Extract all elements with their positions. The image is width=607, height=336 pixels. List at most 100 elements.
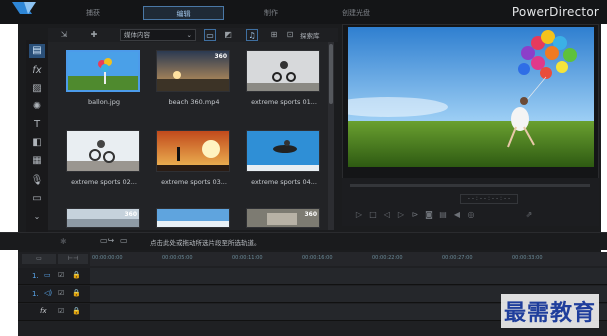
library-clip[interactable]: 360	[246, 208, 322, 228]
next-frame-icon[interactable]: ▷	[396, 210, 406, 220]
room-toolbar: ▤ fx ▨ ✺ T ◧ ▦ 🎙 ▭ ⌄	[26, 40, 48, 232]
storyboard-view-button[interactable]: ▭	[22, 254, 56, 264]
clip-label: extreme sports 04...	[251, 178, 317, 186]
stop-icon[interactable]: □	[368, 210, 378, 220]
timecode-field[interactable]: - - : - - : - - : - -	[460, 194, 518, 204]
transition-room-icon[interactable]: ◧	[29, 136, 45, 150]
explore-icon[interactable]: ⊡	[284, 29, 296, 41]
library-clip[interactable]	[156, 208, 232, 228]
tab-produce[interactable]: 制作	[238, 6, 304, 20]
chapter-room-icon[interactable]: ▭	[29, 192, 45, 206]
plugin-icon[interactable]: ✚	[88, 29, 100, 41]
track-label: 1.	[32, 290, 39, 298]
audio-mixing-icon[interactable]: ▦	[29, 154, 45, 168]
lock-icon[interactable]: 🔒	[72, 307, 81, 315]
track-enable-checkbox[interactable]: ☑	[58, 307, 64, 315]
insert-icon[interactable]: ▭↪	[100, 236, 114, 245]
clip-label: beach 360.mp4	[168, 98, 220, 106]
media-room-icon[interactable]: ▤	[29, 44, 45, 58]
effect-room-icon[interactable]: fx	[29, 64, 45, 78]
track-label: 1.	[32, 272, 39, 280]
library-clip[interactable]: ballon.jpg	[66, 50, 142, 106]
tab-edit[interactable]: 编辑	[143, 6, 224, 20]
clip-thumbnail: 360	[66, 208, 140, 228]
subtitle-icon[interactable]: ▤	[438, 210, 448, 220]
app-logo-icon	[12, 2, 36, 14]
library-scrollbar[interactable]	[328, 42, 334, 230]
video-filter-icon[interactable]: ▭	[204, 29, 216, 41]
clip-label: extreme sports 02...	[71, 178, 137, 186]
ruler-tick: 00:00:16:00	[302, 255, 333, 261]
library-clip[interactable]: extreme sports 02...	[66, 130, 142, 186]
clip-thumbnail	[66, 130, 140, 172]
clip-thumbnail	[66, 50, 140, 92]
timeline-ruler[interactable]: 00:00:00:00 00:00:05:00 00:00:11:00 00:0…	[90, 252, 607, 266]
chevron-down-icon: ⌄	[186, 31, 192, 39]
zoom-fit-button[interactable]: ⊢⊣	[58, 254, 88, 264]
audio-icon: ◁)	[44, 289, 53, 297]
clip-label: extreme sports 03...	[161, 178, 227, 186]
clip-label: extreme sports 01...	[251, 98, 317, 106]
clip-label: ballon.jpg	[88, 98, 120, 106]
particle-room-icon[interactable]: ✺	[29, 100, 45, 114]
library-clip[interactable]: 360	[66, 208, 142, 228]
pip-room-icon[interactable]: ▨	[29, 82, 45, 96]
left-margin	[0, 24, 18, 336]
fast-forward-icon[interactable]: ⊳	[410, 210, 420, 220]
scrollbar-thumb[interactable]	[329, 44, 333, 104]
watermark-logo: 最需教育	[500, 294, 599, 328]
tab-capture[interactable]: 捕获	[60, 6, 126, 20]
track-header-video: 1. ▭ ☑ 🔒	[18, 268, 90, 285]
track-enable-checkbox[interactable]: ☑	[58, 289, 64, 297]
tab-create-disc[interactable]: 创建光盘	[318, 6, 394, 20]
ruler-tick: 00:00:00:00	[92, 255, 123, 261]
lock-icon[interactable]: 🔒	[72, 271, 81, 279]
360-badge: 360	[304, 211, 317, 218]
audio-filter-icon[interactable]: ♫	[246, 29, 258, 41]
playback-controls: - - : - - : - - : - - ▷ □ ◁ ▷ ⊳ ◙ ▤ ◀ ◎ …	[342, 178, 599, 226]
media-library: ballon.jpg 360 beach 360.mp4 extreme spo…	[48, 42, 334, 230]
overwrite-icon[interactable]: ▭	[120, 236, 128, 245]
snapshot-icon[interactable]: ◙	[424, 210, 434, 220]
settings-icon[interactable]: ◎	[466, 210, 476, 220]
library-clip[interactable]: extreme sports 03...	[156, 130, 232, 186]
library-clip[interactable]: extreme sports 01...	[246, 50, 322, 106]
seek-bar[interactable]	[350, 184, 590, 187]
previous-frame-icon[interactable]: ◁	[382, 210, 392, 220]
media-filter-value: 媒体内容	[124, 31, 150, 39]
clip-thumbnail	[246, 130, 320, 172]
import-icon[interactable]: ⇲	[58, 29, 70, 41]
clip-thumbnail: 360	[156, 50, 230, 92]
preview-screen	[348, 27, 594, 167]
drag-hint: 点击此处或拖动所选片段至所选轨道。	[150, 239, 261, 247]
library-clip[interactable]: extreme sports 04...	[246, 130, 322, 186]
video-icon: ▭	[44, 271, 51, 279]
library-clip[interactable]: 360 beach 360.mp4	[156, 50, 232, 106]
grid-view-icon[interactable]: ⊞	[268, 29, 280, 41]
app-brand: PowerDirector	[511, 5, 599, 19]
track-header-effects: fx ☑ 🔒	[18, 304, 90, 321]
clip-thumbnail	[156, 130, 230, 172]
media-filter-dropdown[interactable]: 媒体内容 ⌄	[120, 29, 196, 41]
volume-icon[interactable]: ◀	[452, 210, 462, 220]
play-icon[interactable]: ▷	[354, 210, 364, 220]
title-room-icon[interactable]: T	[29, 118, 45, 132]
clip-thumbnail: 360	[246, 208, 320, 228]
explore-button[interactable]: 探索库	[300, 30, 320, 40]
voice-over-icon[interactable]: 🎙	[29, 174, 45, 188]
ruler-tick: 00:00:11:00	[232, 255, 263, 261]
clip-thumbnail	[246, 50, 320, 92]
timeline-toolbar: ✱ ▭↪ ▭ 点击此处或拖动所选片段至所选轨道。	[0, 232, 607, 250]
track-enable-checkbox[interactable]: ☑	[58, 271, 64, 279]
lock-icon[interactable]: 🔒	[72, 289, 81, 297]
tools-icon[interactable]: ✱	[60, 237, 67, 246]
image-filter-icon[interactable]: ◩	[222, 29, 234, 41]
undock-icon[interactable]: ⇗	[524, 210, 534, 220]
scroll-down-icon[interactable]: ⌄	[29, 210, 45, 224]
ruler-tick: 00:00:22:00	[372, 255, 403, 261]
video-track-lane[interactable]	[90, 268, 607, 285]
top-bar: 捕获 编辑 制作 创建光盘 PowerDirector	[0, 0, 607, 24]
ruler-tick: 00:00:33:00	[512, 255, 543, 261]
ruler-tick: 00:00:27:00	[442, 255, 473, 261]
ruler-tick: 00:00:05:00	[162, 255, 193, 261]
